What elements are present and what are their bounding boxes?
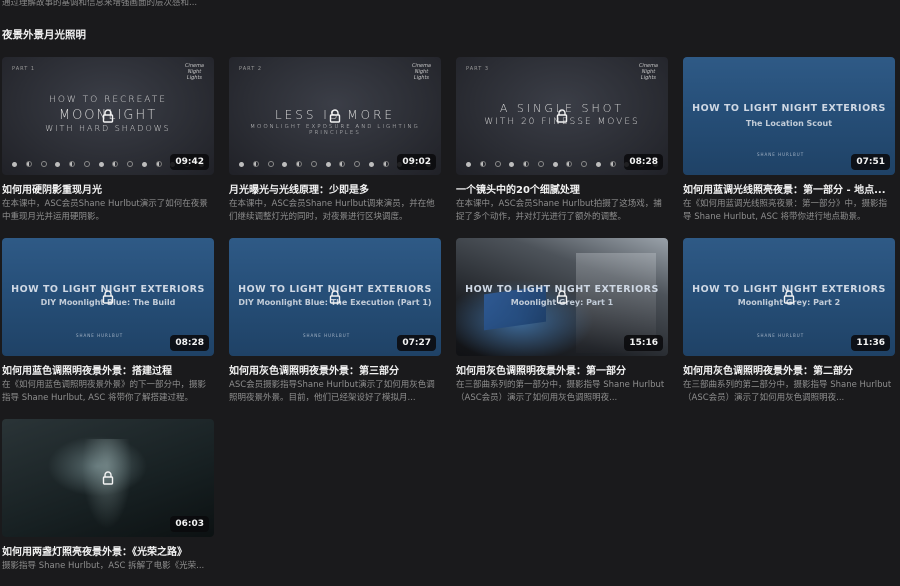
- video-card[interactable]: HOW TO LIGHT NIGHT EXTERIORS The Locatio…: [683, 57, 895, 224]
- brand-logo: Cinema Night Lights: [184, 63, 204, 81]
- lock-icon: [329, 290, 341, 304]
- video-title[interactable]: 如何用两盏灯照亮夜景外景：《光荣之路》: [2, 543, 214, 558]
- brand-logo: SHANE HURLBUT: [757, 333, 805, 338]
- duration-badge: 08:28: [624, 154, 663, 170]
- lock-icon: [783, 290, 795, 304]
- duration-badge: 11:36: [851, 335, 890, 351]
- duration-badge: 07:51: [851, 154, 890, 170]
- top-description: 通过理解故事的基调和信息来增强画面的层次感和...: [2, 0, 198, 8]
- video-thumbnail[interactable]: HOW TO LIGHT NIGHT EXTERIORS Moonlight G…: [456, 238, 668, 356]
- duration-badge: 09:02: [397, 154, 436, 170]
- video-thumbnail[interactable]: 06:03: [2, 419, 214, 537]
- video-thumbnail[interactable]: HOW TO LIGHT NIGHT EXTERIORS Moonlight G…: [683, 238, 895, 356]
- video-description: ASC会员摄影指导Shane Hurlbut演示了如何用灰色调照明夜景外景。目前…: [229, 380, 435, 403]
- video-description: 在《如何用蓝色调照明夜景外景》的下一部分中，摄影指导 Shane Hurlbut…: [2, 380, 207, 403]
- video-description: 在三部曲系列的第二部分中，摄影指导 Shane Hurlbut（ASC会员）演示…: [683, 380, 892, 403]
- duration-badge: 09:42: [170, 154, 209, 170]
- brand-logo: SHANE HURLBUT: [76, 333, 124, 338]
- video-title[interactable]: 一个镜头中的20个细腻处理: [456, 181, 668, 196]
- video-thumbnail[interactable]: HOW TO LIGHT NIGHT EXTERIORS The Locatio…: [683, 57, 895, 175]
- video-description: 在本课中，ASC会员Shane Hurlbut演示了如何在夜景中重现月光并运用硬…: [2, 199, 208, 222]
- video-thumbnail[interactable]: PART 1 Cinema Night Lights HOW TO RECREATE…: [2, 57, 214, 175]
- brand-logo: SHANE HURLBUT: [303, 333, 351, 338]
- video-thumbnail[interactable]: HOW TO LIGHT NIGHT EXTERIORS DIY Moonlig…: [229, 238, 441, 356]
- video-card[interactable]: HOW TO LIGHT NIGHT EXTERIORS Moonlight G…: [683, 238, 895, 405]
- thumb-heading: HOW TO LIGHT NIGHT EXTERIORS: [692, 103, 886, 114]
- lock-icon: [556, 109, 568, 123]
- video-description: 在《如何用蓝调光线照亮夜景：第一部分》中，摄影指导 Shane Hurlbut,…: [683, 199, 888, 222]
- brand-logo: Cinema Night Lights: [411, 63, 431, 81]
- video-title[interactable]: 如何用蓝调光线照亮夜景：第一部分 - 地点...: [683, 181, 895, 196]
- thumb-heading: HOW TO RECREATE: [49, 95, 167, 105]
- duration-badge: 15:16: [624, 335, 663, 351]
- thumb-part-label: PART 3: [466, 66, 490, 72]
- duration-badge: 08:28: [170, 335, 209, 351]
- video-title[interactable]: 如何用灰色调照明夜景外景：第三部分: [229, 362, 441, 377]
- video-title[interactable]: 如何用硬阴影重现月光: [2, 181, 214, 196]
- video-card[interactable]: 06:03 如何用两盏灯照亮夜景外景：《光荣之路》 摄影指导 Shane Hur…: [2, 419, 214, 586]
- video-card[interactable]: HOW TO LIGHT NIGHT EXTERIORS DIY Moonlig…: [229, 238, 441, 405]
- video-title[interactable]: 月光曝光与光线原理：少即是多: [229, 181, 441, 196]
- video-description: 在三部曲系列的第一部分中，摄影指导 Shane Hurlbut（ASC会员）演示…: [456, 380, 665, 403]
- video-card[interactable]: HOW TO LIGHT NIGHT EXTERIORS DIY Moonlig…: [2, 238, 214, 405]
- section-title: 夜景外景月光照明: [2, 29, 86, 41]
- lock-icon: [102, 471, 114, 485]
- video-title[interactable]: 如何用灰色调照明夜景外景：第二部分: [683, 362, 895, 377]
- video-thumbnail[interactable]: PART 2 Cinema Night Lights LESS IS MORE MO…: [229, 57, 441, 175]
- duration-badge: 06:03: [170, 516, 209, 532]
- brand-logo: SHANE HURLBUT: [757, 152, 805, 157]
- lock-icon: [102, 109, 114, 123]
- video-description: 摄影指导 Shane Hurlbut，ASC 拆解了电影《光荣...: [2, 561, 205, 571]
- brand-logo: Cinema Night Lights: [638, 63, 658, 81]
- video-thumbnail[interactable]: HOW TO LIGHT NIGHT EXTERIORS DIY Moonlig…: [2, 238, 214, 356]
- video-description: 在本课中，ASC会员Shane Hurlbut调来演员，并在他们继续调整灯光的同…: [229, 199, 435, 222]
- video-card[interactable]: PART 1 Cinema Night Lights HOW TO RECREATE…: [2, 57, 214, 224]
- video-card[interactable]: HOW TO LIGHT NIGHT EXTERIORS Moonlight G…: [456, 238, 668, 405]
- lock-icon: [329, 109, 341, 123]
- video-title[interactable]: 如何用灰色调照明夜景外景：第一部分: [456, 362, 668, 377]
- thumb-subheading: WITH HARD SHADOWS: [45, 124, 171, 133]
- video-title[interactable]: 如何用蓝色调照明夜景外景：搭建过程: [2, 362, 214, 377]
- thumb-subheading: The Location Scout: [745, 119, 833, 128]
- duration-badge: 07:27: [397, 335, 436, 351]
- thumb-subheading: MOONLIGHT EXPOSURE AND LIGHTING PRINCIPL…: [250, 124, 420, 136]
- video-card[interactable]: PART 2 Cinema Night Lights LESS IS MORE MO…: [229, 57, 441, 224]
- thumb-part-label: PART 1: [12, 66, 36, 72]
- thumb-part-label: PART 2: [239, 66, 263, 72]
- lock-icon: [102, 290, 114, 304]
- video-thumbnail[interactable]: PART 3 Cinema Night Lights A SINGLE SHOT W…: [456, 57, 668, 175]
- video-description: 在本课中，ASC会员Shane Hurlbut拍摄了这场戏，捕捉了多个动作，并对…: [456, 199, 662, 222]
- lock-icon: [556, 290, 568, 304]
- video-card[interactable]: PART 3 Cinema Night Lights A SINGLE SHOT W…: [456, 57, 668, 224]
